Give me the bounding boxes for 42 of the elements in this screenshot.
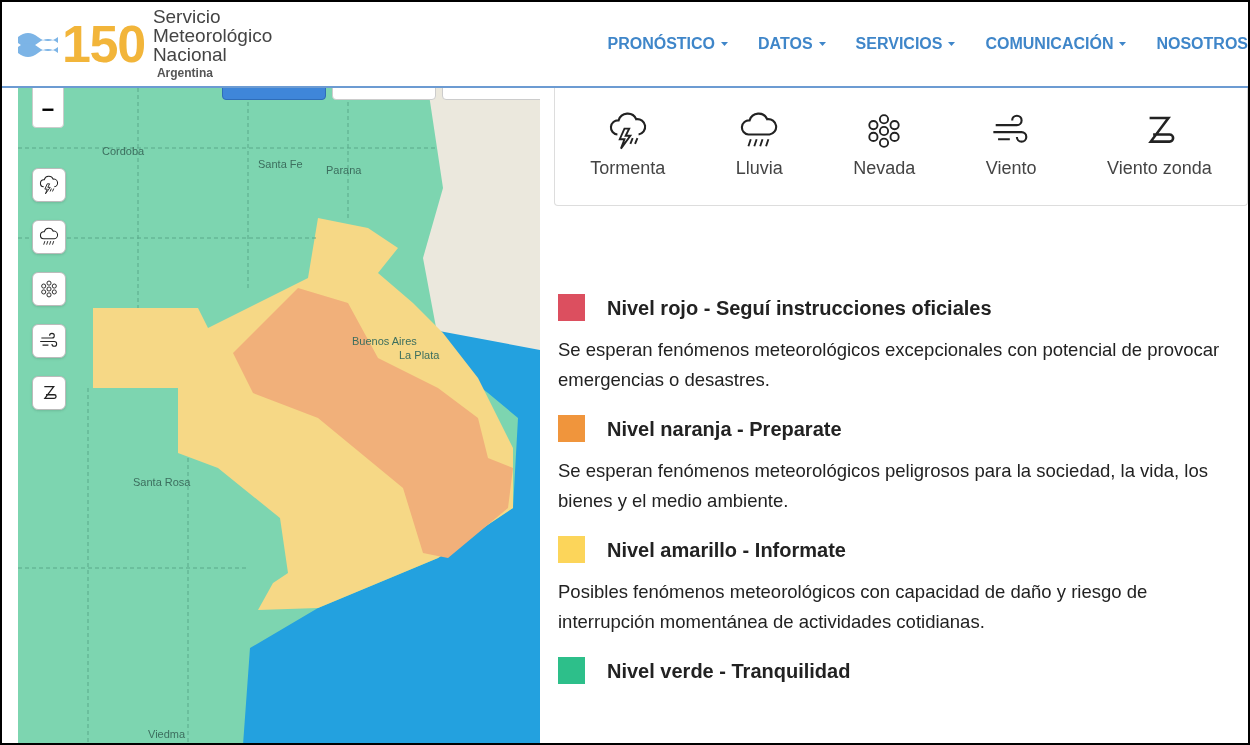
city-label: La Plata <box>399 348 440 363</box>
level-description: Se esperan fenómenos meteorológicos excepcionales con potencial de provocar emergencias o desastres. <box>558 338 1221 392</box>
storm-cloud-icon <box>607 111 648 151</box>
city-label: Parana <box>326 163 362 178</box>
nav-link[interactable]: COMUNICACIÓN <box>985 32 1127 56</box>
city-label: Viedma <box>148 727 186 742</box>
logo-text: Servicio <box>152 6 222 26</box>
phenomenon-option[interactable]: Lluvia <box>735 111 783 182</box>
layer-button[interactable] <box>32 324 66 358</box>
caret-icon <box>1119 42 1127 46</box>
nav-link[interactable]: PRONÓSTICO <box>607 32 729 56</box>
layer-button[interactable] <box>32 272 66 306</box>
level-description: Posibles fenómenos meteorológicos con capacidad de daño y riesgo de interrupción momentánea de actividades cotidianas. <box>558 580 1149 634</box>
city-label: Cordoba <box>102 144 145 159</box>
logo-text: Nacional <box>152 44 227 64</box>
layer-button[interactable] <box>32 168 66 202</box>
logo-text: Meteorológico <box>152 25 273 45</box>
layer-button[interactable] <box>32 376 66 410</box>
snowflake-icon <box>39 279 59 299</box>
nav-link[interactable]: NOSOTROS <box>1156 32 1248 56</box>
level-title: Nivel verde - Tranquilidad <box>607 660 851 681</box>
level-description: Se esperan fenómenos meteorológicos peligrosos para la sociedad, la vida, los bienes y el medio ambiente. <box>558 459 1209 513</box>
city-label: Santa Rosa <box>133 475 191 490</box>
phenomenon-option[interactable]: Nevada <box>853 111 916 182</box>
city-label: Santa Fe <box>258 157 303 172</box>
alert-map[interactable]: − Cordoba Santa Fe Parana Buenos Aires La Plata Santa Rosa Viedma <box>18 88 540 743</box>
phenomenon-option[interactable]: Viento zonda <box>1106 111 1212 182</box>
caret-icon <box>948 42 956 46</box>
caret-icon <box>721 42 729 46</box>
level-title: Nivel rojo - Seguí instrucciones oficiales <box>607 297 992 318</box>
city-label: Buenos Aires <box>352 334 417 349</box>
caret-icon <box>818 42 826 46</box>
level-title: Nivel amarillo - Informate <box>607 539 846 560</box>
nav-link[interactable]: SERVICIOS <box>855 32 956 56</box>
storm-cloud-icon <box>39 175 59 195</box>
level-title: Nivel naranja - Preparate <box>607 418 842 439</box>
logo-country: Argentina <box>156 64 214 82</box>
phenomenon-option[interactable]: Viento <box>985 111 1037 182</box>
layer-button[interactable] <box>32 220 66 254</box>
nav-link[interactable]: DATOS <box>758 32 826 56</box>
phenomenon-option[interactable]: Tormenta <box>590 111 666 182</box>
rain-cloud-icon <box>39 227 59 247</box>
